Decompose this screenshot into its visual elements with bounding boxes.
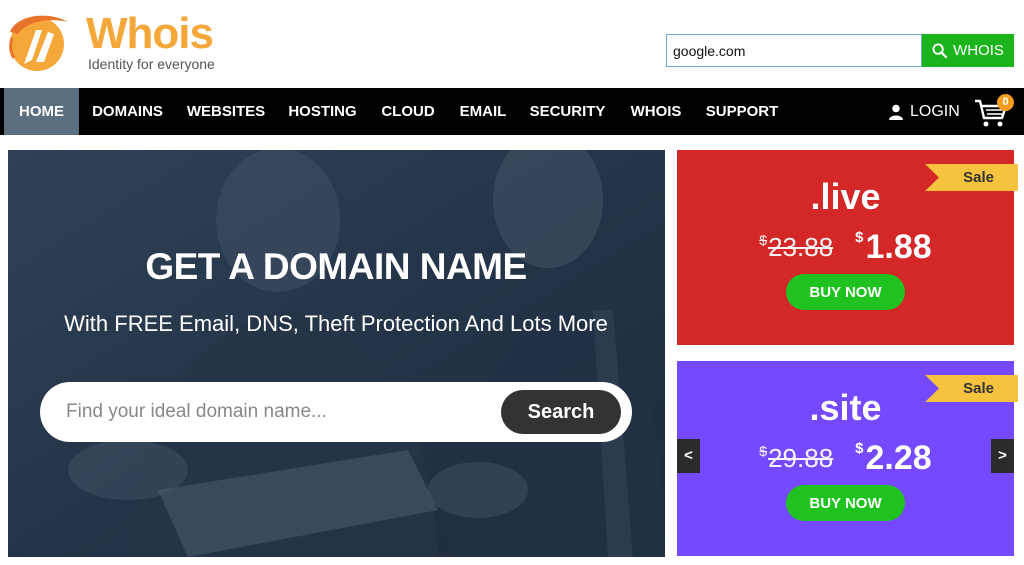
whois-search-button[interactable]: WHOIS (922, 34, 1014, 67)
domain-search-form: Search (40, 382, 632, 442)
nav-hosting[interactable]: HOSTING (276, 88, 369, 135)
whois-search-input[interactable] (666, 34, 922, 67)
promo-prices: $ 29.88 $ 2.28 (677, 439, 1014, 478)
search-icon (932, 43, 948, 58)
nav-support[interactable]: SUPPORT (696, 88, 788, 135)
hero-subtitle: With FREE Email, DNS, Theft Protection A… (64, 311, 608, 336)
whois-button-label: WHOIS (953, 42, 1004, 59)
logo-mark-icon (9, 15, 68, 71)
site-header: Whois Identity for everyone WHOIS (0, 0, 1024, 88)
promo-card-live: Sale .live $ 23.88 $ 1.88 BUY NOW (677, 150, 1018, 345)
promo-prices: $ 23.88 $ 1.88 (677, 228, 1014, 267)
nav-domains[interactable]: DOMAINS (79, 88, 176, 135)
logo[interactable]: Whois Identity for everyone (6, 10, 246, 78)
whois-search-form: WHOIS (666, 34, 1014, 67)
domain-search-input[interactable] (66, 392, 486, 432)
hero-title: GET A DOMAIN NAME (145, 246, 527, 287)
promo-tld: .site (809, 387, 882, 428)
nav-home[interactable]: HOME (4, 88, 79, 135)
new-price-currency: $ (855, 440, 864, 457)
nav-websites[interactable]: WEBSITES (176, 88, 276, 135)
nav-whois[interactable]: WHOIS (616, 88, 696, 135)
nav-cloud[interactable]: CLOUD (369, 88, 447, 135)
nav-security[interactable]: SECURITY (519, 88, 616, 135)
old-price-currency: $ (759, 232, 768, 248)
new-price-value: 2.28 (865, 439, 932, 477)
new-price: $ 2.28 (855, 439, 932, 478)
old-price-value: 29.88 (768, 443, 834, 473)
domain-search-button[interactable]: Search (501, 390, 621, 434)
promo-tld: .live (810, 176, 881, 217)
logo-tagline: Identity for everyone (88, 56, 215, 72)
buy-now-button[interactable]: BUY NOW (786, 274, 905, 310)
login-link[interactable]: LOGIN (888, 88, 960, 135)
carousel-next-button[interactable]: > (991, 439, 1014, 473)
cart-count-badge: 0 (997, 94, 1014, 111)
nav-email[interactable]: EMAIL (447, 88, 519, 135)
promo-card-site: Sale .site $ 29.88 $ 2.28 BUY NOW (677, 361, 1018, 556)
logo-text: Whois (86, 9, 214, 58)
old-price-value: 23.88 (768, 232, 834, 262)
old-price: $ 29.88 (759, 439, 833, 474)
new-price-currency: $ (855, 229, 864, 246)
hero-banner (8, 150, 665, 557)
user-icon (889, 104, 903, 120)
login-label: LOGIN (910, 102, 960, 120)
buy-now-button[interactable]: BUY NOW (786, 485, 905, 521)
hero-background-image (8, 150, 665, 557)
new-price-value: 1.88 (865, 228, 932, 266)
cart-button[interactable]: 0 (974, 94, 1018, 130)
old-price: $ 23.88 (759, 228, 833, 263)
new-price: $ 1.88 (855, 228, 932, 267)
old-price-currency: $ (759, 443, 768, 459)
carousel-prev-button[interactable]: < (677, 439, 700, 473)
main-nav: HOME DOMAINS WEBSITES HOSTING CLOUD EMAI… (0, 88, 1024, 135)
